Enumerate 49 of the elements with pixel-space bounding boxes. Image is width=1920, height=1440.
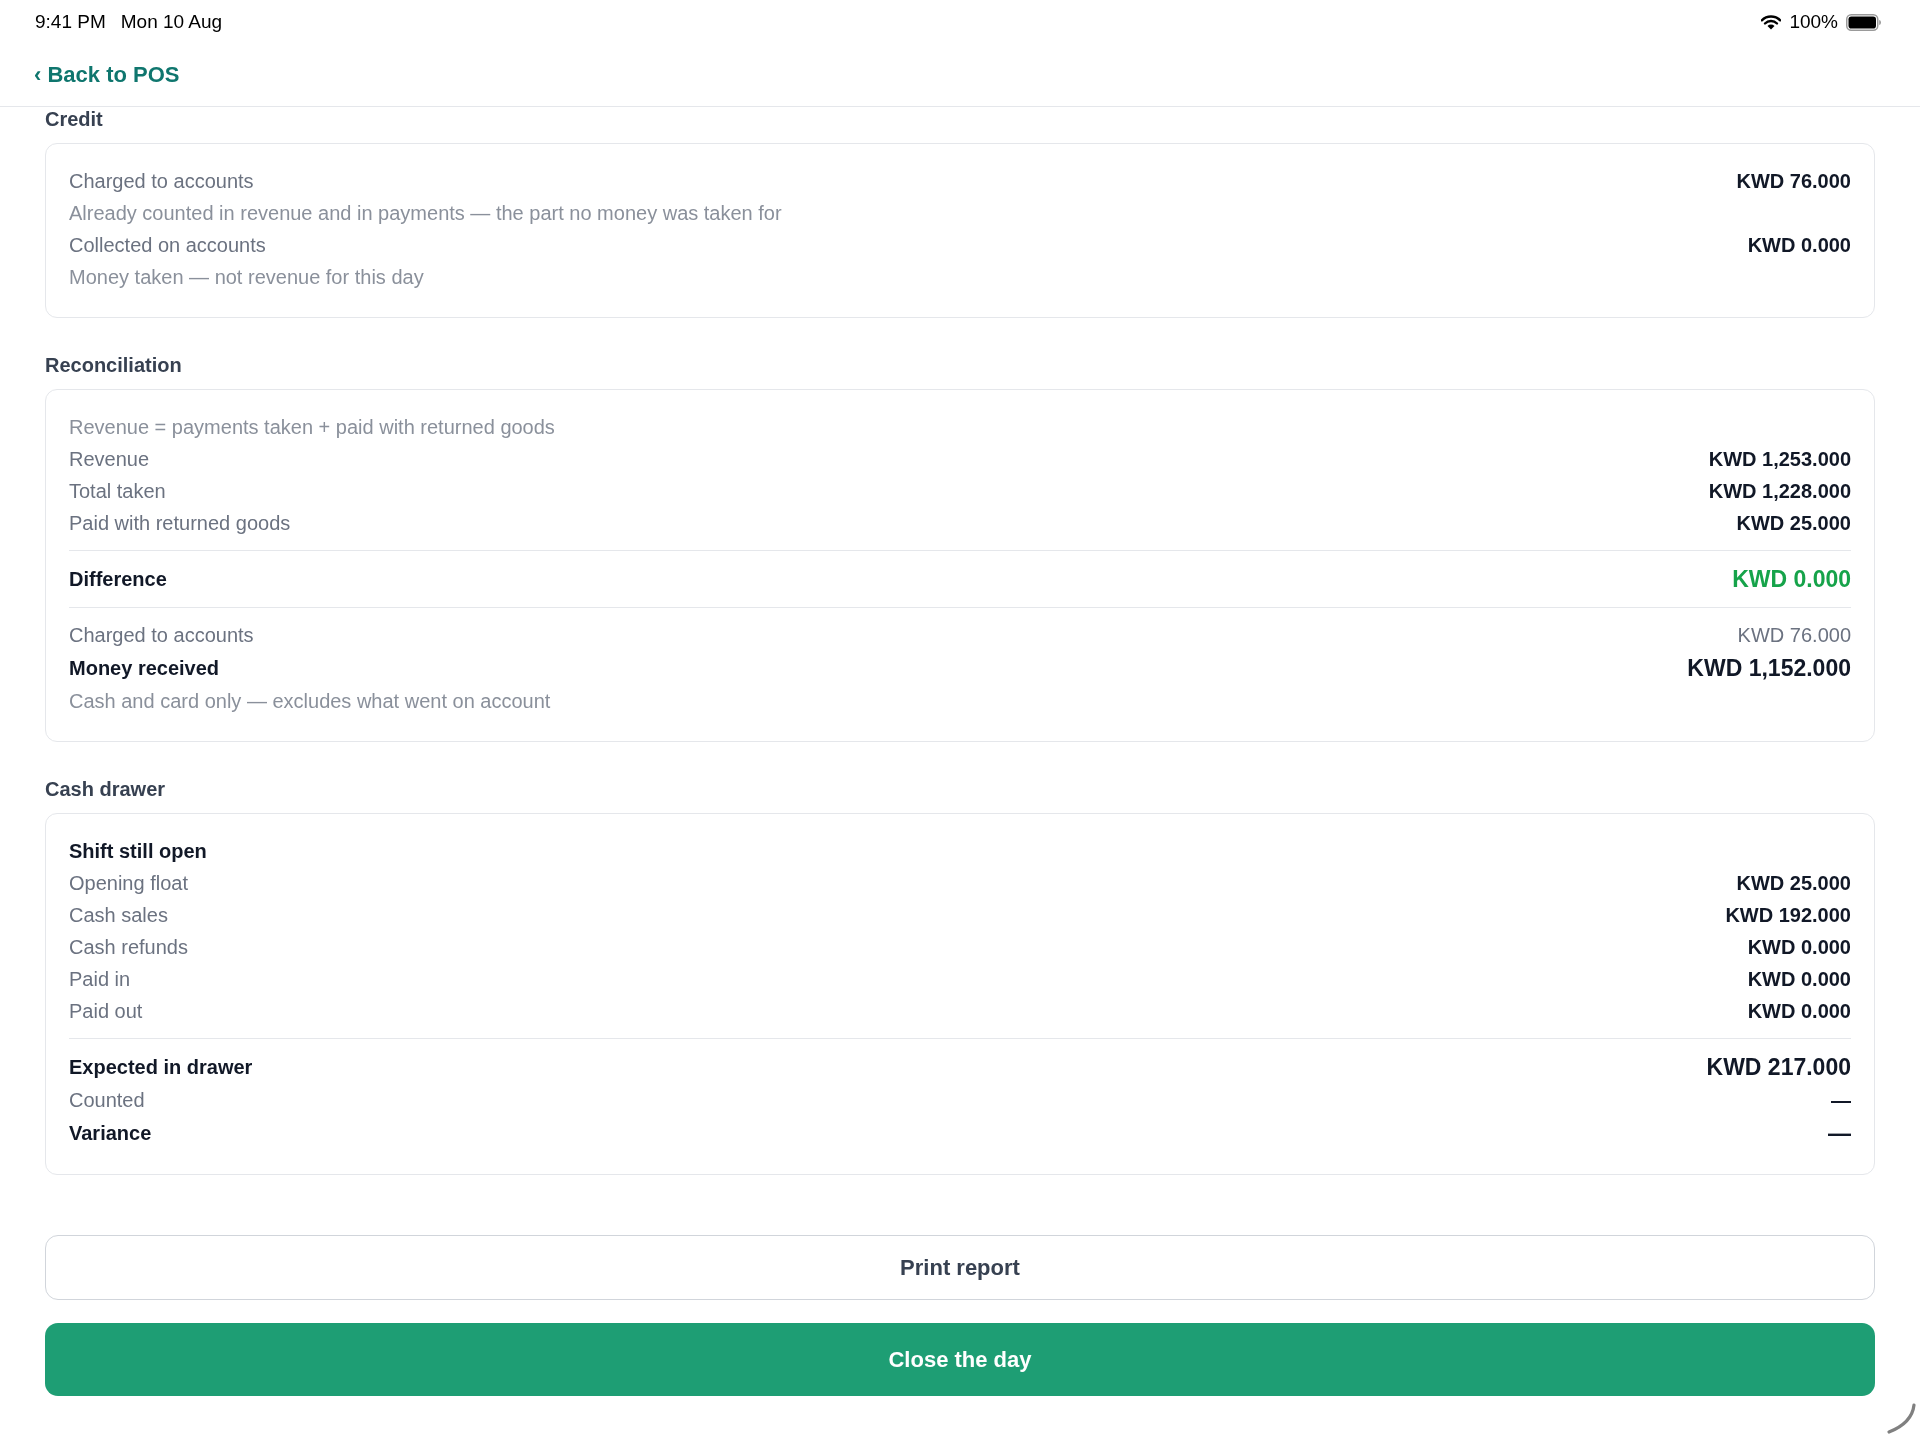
row-label: Cash sales [69,903,168,927]
row-value: KWD 1,228.000 [1708,479,1851,503]
status-date: Mon 10 Aug [120,11,223,33]
corner-arc-icon [1885,1403,1917,1435]
row-value: KWD 76.000 [1736,169,1851,193]
section-title: Credit [45,107,103,131]
section-title: Reconciliation [45,353,182,377]
section-title: Cash drawer [45,777,166,801]
outline-button[interactable]: Print report [45,1235,1875,1300]
row-value: KWD 217.000 [1706,1053,1851,1081]
row-value: — [1828,1119,1851,1147]
row-label: Total taken [69,479,166,503]
row-label: Paid in [69,967,131,991]
battery-percent: 100% [1789,11,1838,33]
wifi-icon [1761,14,1782,30]
row-label: Paid out [69,999,143,1023]
row-label: Counted [69,1088,145,1112]
row-value: KWD 0.000 [1747,999,1851,1023]
battery-icon [1846,13,1882,31]
row-value: KWD 0.000 [1747,233,1851,257]
row-label: Opening float [69,871,188,895]
note-text: Cash and card only — excludes what went on account [69,689,551,713]
row-label: Charged to accounts [69,169,254,193]
row-value: KWD 0.000 [1747,935,1851,959]
row-label: Revenue [69,447,150,471]
row-label: Collected on accounts [69,233,266,257]
note-text: Money taken — not revenue for this day [69,265,424,289]
row-value: — [1831,1088,1851,1112]
row-label: Difference [69,567,167,591]
group-heading: Shift still open [69,839,207,863]
row-value: KWD 25.000 [1736,511,1851,535]
row-label: Variance [69,1121,152,1145]
row-label: Money received [69,656,220,680]
row-label: Expected in drawer [69,1055,253,1079]
row-value: KWD 192.000 [1725,903,1851,927]
back-link[interactable]: ‹ Back to POS [34,61,180,89]
row-value: KWD 0.000 [1747,967,1851,991]
row-value: KWD 0.000 [1732,565,1851,593]
status-time: 9:41 PM [35,11,106,33]
row-value: KWD 1,253.000 [1708,447,1851,471]
row-value: KWD 25.000 [1736,871,1851,895]
row-label: Charged to accounts [69,623,254,647]
primary-button[interactable]: Close the day [45,1323,1875,1396]
note-text: Revenue = payments taken + paid with returned goods [69,415,555,439]
row-label: Cash refunds [69,935,188,959]
note-text: Already counted in revenue and in payments — the part no money was taken for [69,201,782,225]
row-label: Paid with returned goods [69,511,291,535]
row-value: KWD 76.000 [1737,623,1851,647]
row-value: KWD 1,152.000 [1687,654,1851,682]
